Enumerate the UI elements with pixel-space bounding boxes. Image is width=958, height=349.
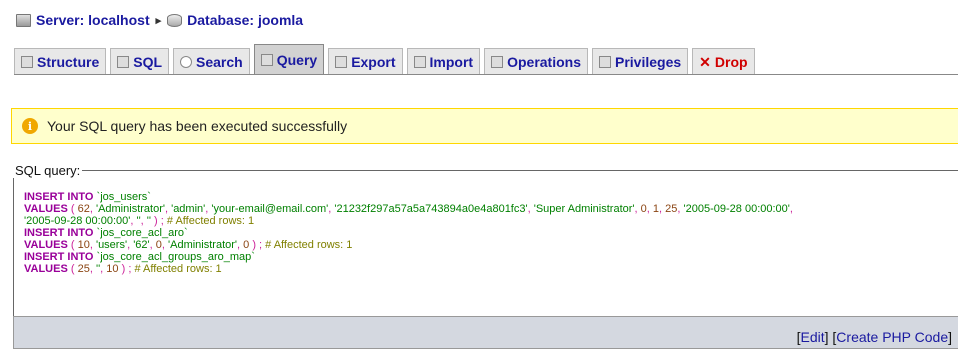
sql-token: ( xyxy=(67,203,78,215)
sql-token: VALUES xyxy=(24,203,68,215)
sql-token: # Affected rows: 1 xyxy=(166,215,255,227)
tab-search[interactable]: Search xyxy=(173,48,250,74)
breadcrumb-database-link[interactable]: Database: joomla xyxy=(187,12,303,28)
breadcrumb: Server: localhost ▸ Database: joomla xyxy=(16,10,303,30)
export-icon xyxy=(335,55,348,68)
tab-label: Search xyxy=(196,53,243,70)
sql-token: ( xyxy=(67,263,78,275)
tab-operations[interactable]: Operations xyxy=(484,48,588,74)
sql-line: '2005-09-28 00:00:00', '', '' ) ; # Affe… xyxy=(24,215,954,227)
bracket: ] xyxy=(948,329,952,345)
sql-line: VALUES ( 62, 'Administrator', 'admin', '… xyxy=(24,203,954,215)
drop-icon: ✕ xyxy=(699,53,711,70)
sql-token: 10 xyxy=(106,263,119,275)
tab-import[interactable]: Import xyxy=(406,48,481,74)
sql-token: ) ; xyxy=(151,215,167,227)
structure-icon xyxy=(21,55,33,68)
tab-query[interactable]: Query xyxy=(253,44,325,74)
sql-token: 'your-email@email.com' xyxy=(211,203,329,215)
sql-token: `jos_core_acl_groups_aro_map` xyxy=(93,251,255,263)
sql-token: 62 xyxy=(77,203,90,215)
edit-link[interactable]: Edit xyxy=(801,329,825,345)
sql-token: 25 xyxy=(665,203,678,215)
sql-token: '21232f297a57a5a743894a0e4a801fc3' xyxy=(334,203,528,215)
sql-token: `jos_users` xyxy=(93,191,151,203)
sql-token: 'admin' xyxy=(171,203,206,215)
info-icon: i xyxy=(22,118,38,134)
sql-token: INSERT INTO xyxy=(24,251,94,263)
sql-token: INSERT INTO xyxy=(24,227,94,239)
tab-sql[interactable]: SQL xyxy=(110,48,170,74)
privileges-icon xyxy=(599,55,611,68)
sql-token: '2005-09-28 00:00:00' xyxy=(683,203,790,215)
operations-icon xyxy=(491,55,504,68)
sql-line: INSERT INTO `jos_users` xyxy=(24,191,954,203)
bracket: ] [ xyxy=(824,329,837,345)
tab-label: Import xyxy=(429,53,474,70)
tab-label: Export xyxy=(351,53,396,70)
sql-token: 'Administrator' xyxy=(95,203,165,215)
tab-label: Privileges xyxy=(615,53,682,70)
sql-query-legend: SQL query: xyxy=(13,163,83,178)
breadcrumb-separator-icon: ▸ xyxy=(155,14,162,27)
sql-line: INSERT INTO `jos_core_acl_aro` xyxy=(24,227,954,239)
sql-token: 25 xyxy=(77,263,90,275)
sql-token: INSERT INTO xyxy=(24,191,94,203)
sql-token: 'Super Administrator' xyxy=(533,203,635,215)
tab-bar: Structure SQL Search Query Export Import… xyxy=(14,44,958,75)
create-php-code-link[interactable]: Create PHP Code xyxy=(836,329,948,345)
sql-token: '2005-09-28 00:00:00' xyxy=(24,215,131,227)
success-message-text: Your SQL query has been executed success… xyxy=(47,118,348,134)
tab-label: Query xyxy=(276,51,318,68)
sql-token: 'Administrator' xyxy=(168,239,238,251)
sql-token: VALUES xyxy=(24,263,68,275)
sql-token: '62' xyxy=(133,239,150,251)
sql-line: INSERT INTO `jos_core_acl_groups_aro_map… xyxy=(24,251,954,263)
tab-label: Drop xyxy=(714,53,748,70)
tab-structure[interactable]: Structure xyxy=(14,48,107,74)
sql-token: # Affected rows: 1 xyxy=(265,239,353,251)
tab-label: Operations xyxy=(507,53,581,70)
tab-privileges[interactable]: Privileges xyxy=(592,48,689,74)
sql-token: ) ; xyxy=(249,239,266,251)
success-message: i Your SQL query has been executed succe… xyxy=(11,108,958,144)
sql-token: `jos_core_acl_aro` xyxy=(93,227,188,239)
sql-icon xyxy=(117,55,130,68)
sql-token: ( xyxy=(67,239,78,251)
sql-line: VALUES ( 10, 'users', '62', 0, 'Administ… xyxy=(24,239,954,251)
sql-token: 'users' xyxy=(95,239,128,251)
import-icon xyxy=(413,55,426,68)
sql-token: VALUES xyxy=(24,239,68,251)
sql-line: VALUES ( 25, '', 10 ) ; # Affected rows:… xyxy=(24,263,954,275)
database-icon xyxy=(167,13,183,27)
sql-token: ) ; xyxy=(118,263,135,275)
tab-drop[interactable]: ✕ Drop xyxy=(692,48,755,74)
tab-export[interactable]: Export xyxy=(328,48,403,74)
sql-token: # Affected rows: 1 xyxy=(134,263,222,275)
search-icon xyxy=(180,55,193,68)
breadcrumb-server-link[interactable]: Server: localhost xyxy=(36,12,150,28)
query-actions: [Edit] [Create PHP Code] xyxy=(797,329,952,345)
sql-token: , xyxy=(789,203,793,215)
query-icon xyxy=(260,53,273,66)
tab-label: Structure xyxy=(37,53,100,70)
sql-query-text: INSERT INTO `jos_users` VALUES ( 62, 'Adm… xyxy=(24,191,954,275)
server-icon xyxy=(16,13,31,27)
tab-label: SQL xyxy=(133,53,163,70)
sql-token: 10 xyxy=(77,239,90,251)
